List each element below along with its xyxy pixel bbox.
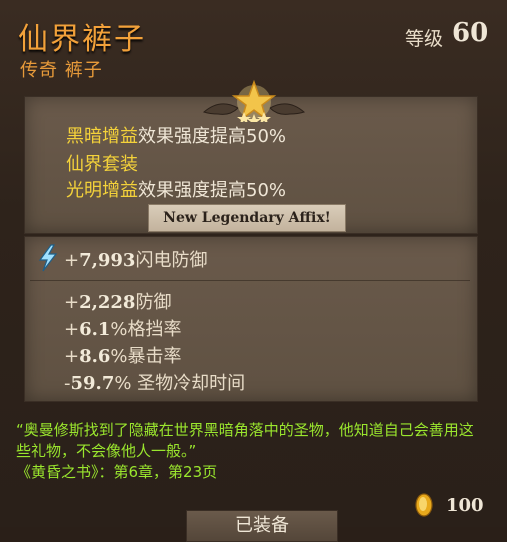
level-label: 等级 bbox=[405, 28, 444, 50]
stat-label: 闪电防御 bbox=[135, 250, 208, 271]
stat-value: 2,228 bbox=[79, 292, 136, 313]
affix-line: 光明增益效果强度提高50% bbox=[66, 176, 286, 202]
stat-sign: + bbox=[64, 292, 80, 313]
stat-value: 8.6 bbox=[79, 346, 111, 367]
affix-text: 效果强度提高50% bbox=[138, 180, 287, 201]
equipped-button[interactable]: 已装备 bbox=[186, 510, 338, 542]
affix-highlight: 黑暗增益 bbox=[66, 126, 138, 147]
legendary-star-ornament-icon bbox=[203, 79, 305, 122]
flavor-source: 《黄昏之书》：第6章，第23页 bbox=[16, 463, 218, 481]
gold-coin-icon bbox=[415, 493, 433, 517]
flavor-text: “奥曼修斯找到了隐藏在世界黑暗角落中的圣物，他知道自己会善用这些礼物，不会像他人… bbox=[16, 420, 486, 483]
stat-unit: % bbox=[114, 373, 132, 394]
item-tooltip: 仙界裤子 传奇 裤子 等级 60 黑暗增益效果强度提高50% 仙界套装 光明增益… bbox=[0, 0, 507, 542]
stat-unit: % bbox=[110, 346, 128, 367]
item-name: 仙界裤子 bbox=[18, 22, 146, 57]
stat-label: 格挡率 bbox=[127, 319, 182, 340]
new-legendary-affix-banner: New Legendary Affix! bbox=[148, 204, 346, 232]
affix-line: 黑暗增益效果强度提高50% bbox=[66, 122, 286, 148]
stat-row: +6.1%格挡率 bbox=[64, 315, 182, 341]
stat-sign: + bbox=[64, 319, 80, 340]
stat-unit: % bbox=[110, 319, 128, 340]
primary-stat: +7,993闪电防御 bbox=[64, 246, 207, 272]
stat-sign: + bbox=[64, 250, 80, 271]
gold-value: 100 bbox=[446, 495, 484, 516]
stat-row: +2,228防御 bbox=[64, 288, 171, 314]
stat-sign: + bbox=[64, 346, 80, 367]
stat-row: +8.6%暴击率 bbox=[64, 342, 182, 368]
item-type: 传奇 裤子 bbox=[20, 60, 103, 81]
stat-label: 防御 bbox=[135, 292, 172, 313]
stat-row: -59.7% 圣物冷却时间 bbox=[64, 369, 245, 395]
stat-label: 圣物冷却时间 bbox=[131, 373, 246, 394]
flavor-quote: “奥曼修斯找到了隐藏在世界黑暗角落中的圣物，他知道自己会善用这些礼物，不会像他人… bbox=[16, 421, 474, 460]
lightning-icon bbox=[38, 244, 58, 272]
affix-text: 效果强度提高50% bbox=[138, 126, 287, 147]
stat-value: 7,993 bbox=[79, 250, 136, 271]
affix-highlight: 仙界套装 bbox=[66, 154, 138, 175]
level-value: 60 bbox=[452, 18, 489, 48]
affix-line: 仙界套装 bbox=[66, 150, 138, 176]
stat-label: 暴击率 bbox=[127, 346, 182, 367]
stat-value: 59.7 bbox=[70, 373, 115, 394]
stat-value: 6.1 bbox=[79, 319, 111, 340]
stats-divider bbox=[30, 280, 470, 281]
affix-highlight: 光明增益 bbox=[66, 180, 138, 201]
